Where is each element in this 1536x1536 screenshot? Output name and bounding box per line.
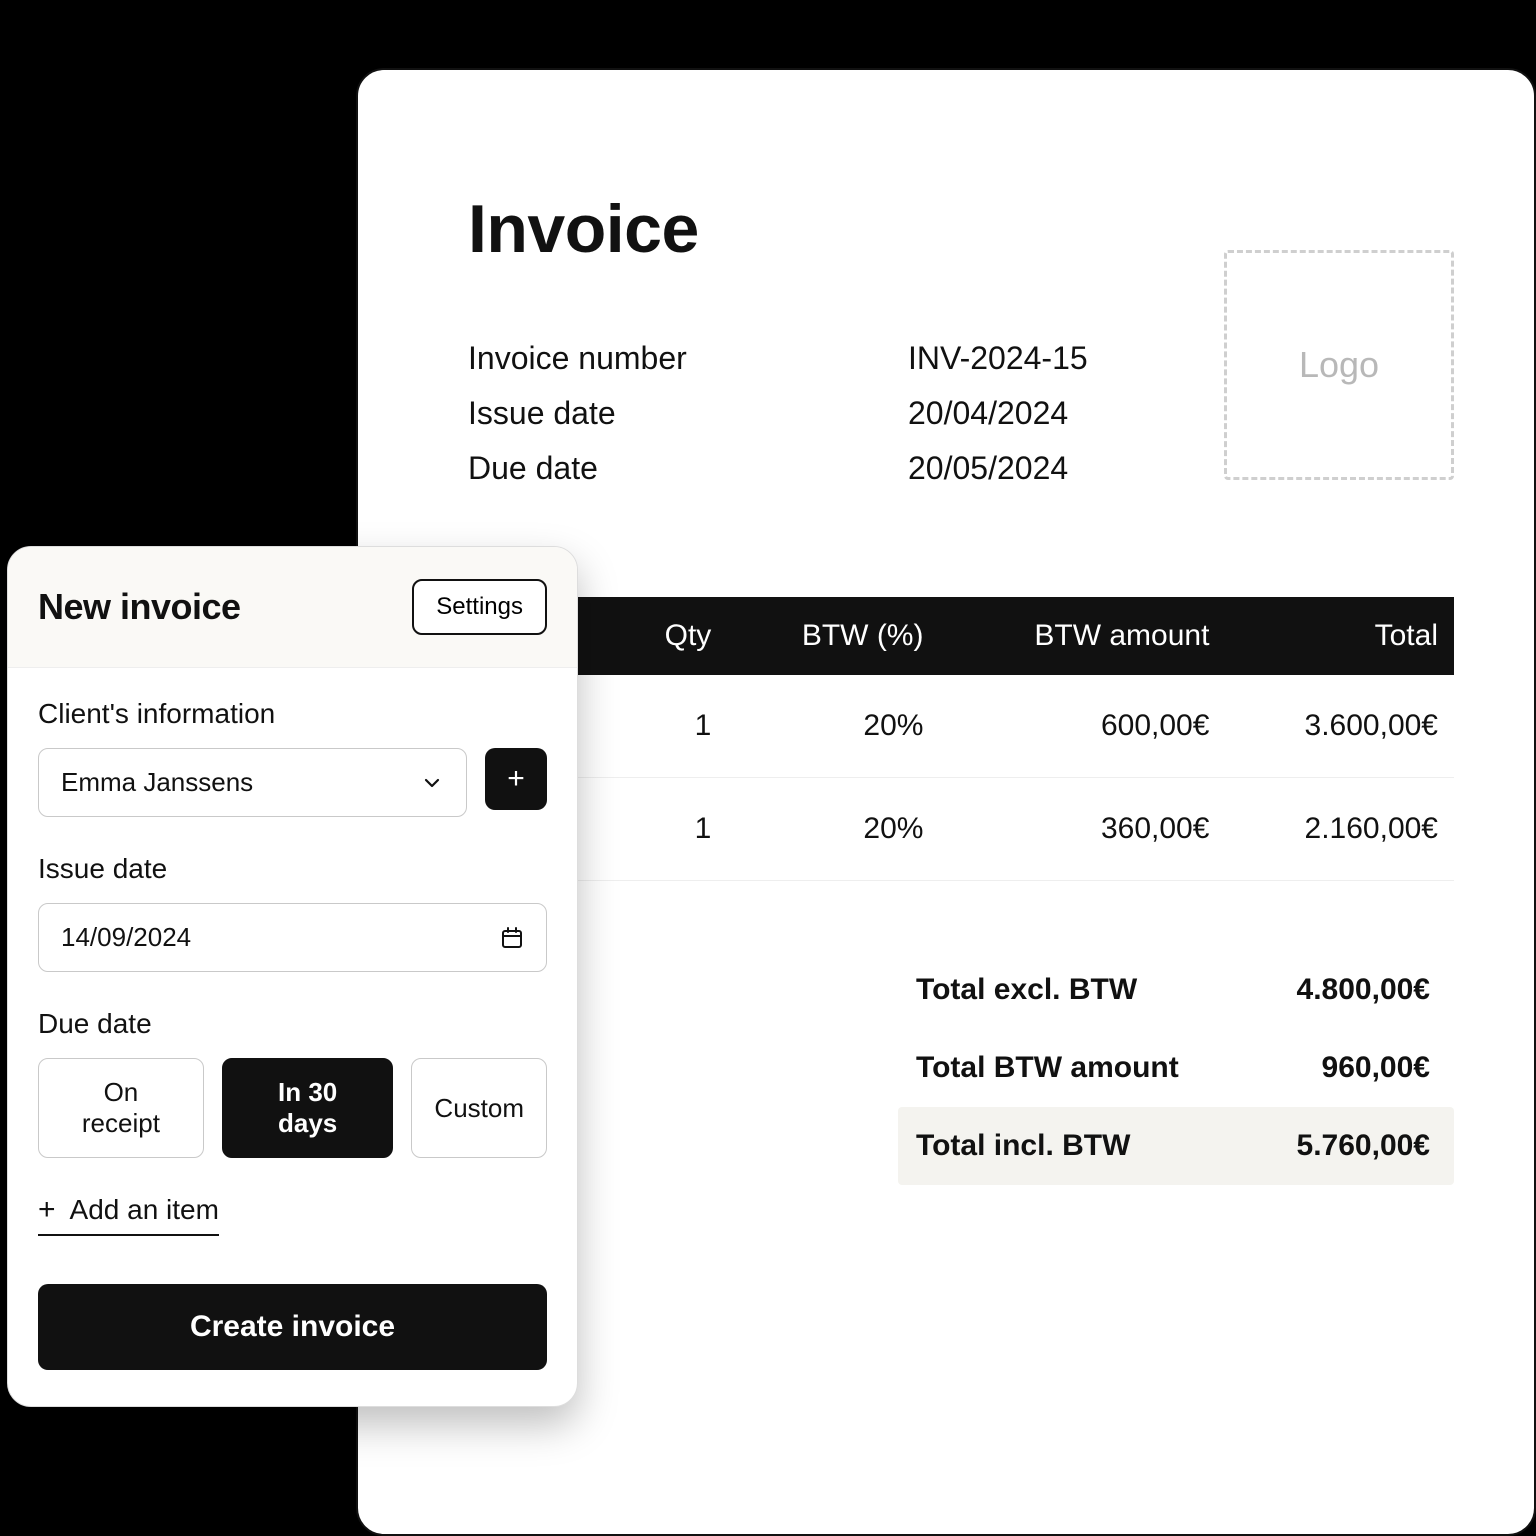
modal-title: New invoice bbox=[38, 586, 241, 628]
total-incl-label: Total incl. BTW bbox=[916, 1129, 1130, 1163]
col-btw-amount: BTW amount bbox=[939, 597, 1225, 675]
cell-total: 2.160,00€ bbox=[1225, 778, 1454, 881]
issue-date-field-group: Issue date 14/09/2024 bbox=[38, 853, 547, 972]
chevron-down-icon bbox=[420, 771, 444, 795]
total-btw-label: Total BTW amount bbox=[916, 1051, 1179, 1085]
total-excl-label: Total excl. BTW bbox=[916, 973, 1137, 1007]
table-row: 1 20% 360,00€ 2.160,00€ bbox=[468, 778, 1454, 881]
total-btw-value: 960,00€ bbox=[1322, 1051, 1430, 1085]
due-date-field-group: Due date On receipt In 30 days Custom bbox=[38, 1008, 547, 1158]
total-btw-row: Total BTW amount 960,00€ bbox=[898, 1029, 1454, 1107]
cell-btw-amount: 360,00€ bbox=[939, 778, 1225, 881]
col-qty: Qty bbox=[619, 597, 728, 675]
line-items-table: ption Qty BTW (%) BTW amount Total 1 20%… bbox=[468, 597, 1454, 881]
due-date-label: Due date bbox=[468, 450, 908, 487]
totals-block: Total excl. BTW 4.800,00€ Total BTW amou… bbox=[898, 951, 1454, 1185]
total-incl-row: Total incl. BTW 5.760,00€ bbox=[898, 1107, 1454, 1185]
total-excl-value: 4.800,00€ bbox=[1297, 973, 1430, 1007]
col-total: Total bbox=[1225, 597, 1454, 675]
table-header-row: ption Qty BTW (%) BTW amount Total bbox=[468, 597, 1454, 675]
modal-header: New invoice Settings bbox=[8, 547, 577, 668]
cell-total: 3.600,00€ bbox=[1225, 675, 1454, 778]
total-excl-row: Total excl. BTW 4.800,00€ bbox=[898, 951, 1454, 1029]
cell-qty: 1 bbox=[619, 675, 728, 778]
add-client-button[interactable]: + bbox=[485, 748, 547, 810]
settings-button[interactable]: Settings bbox=[412, 579, 547, 635]
client-selected-value: Emma Janssens bbox=[61, 767, 253, 798]
plus-icon: + bbox=[507, 764, 525, 794]
total-incl-value: 5.760,00€ bbox=[1297, 1129, 1430, 1163]
table-row: 1 20% 600,00€ 3.600,00€ bbox=[468, 675, 1454, 778]
issue-date-value: 14/09/2024 bbox=[61, 922, 191, 953]
calendar-icon bbox=[500, 926, 524, 950]
issue-date-input[interactable]: 14/09/2024 bbox=[38, 903, 547, 972]
create-invoice-button[interactable]: Create invoice bbox=[38, 1284, 547, 1370]
cell-btw-pct: 20% bbox=[727, 675, 939, 778]
client-select[interactable]: Emma Janssens bbox=[38, 748, 467, 817]
client-field-group: Client's information Emma Janssens + bbox=[38, 698, 547, 817]
due-option-30-days[interactable]: In 30 days bbox=[222, 1058, 394, 1158]
add-item-button[interactable]: + Add an item bbox=[38, 1194, 219, 1236]
logo-placeholder[interactable]: Logo bbox=[1224, 250, 1454, 480]
cell-btw-pct: 20% bbox=[727, 778, 939, 881]
new-invoice-modal: New invoice Settings Client's informatio… bbox=[7, 546, 578, 1407]
plus-icon: + bbox=[38, 1195, 56, 1225]
cell-btw-amount: 600,00€ bbox=[939, 675, 1225, 778]
due-option-on-receipt[interactable]: On receipt bbox=[38, 1058, 204, 1158]
invoice-number-label: Invoice number bbox=[468, 340, 908, 377]
col-btw-pct: BTW (%) bbox=[727, 597, 939, 675]
issue-date-label: Issue date bbox=[468, 395, 908, 432]
due-date-label: Due date bbox=[38, 1008, 547, 1040]
client-section-label: Client's information bbox=[38, 698, 547, 730]
cell-qty: 1 bbox=[619, 778, 728, 881]
logo-placeholder-label: Logo bbox=[1299, 344, 1379, 386]
due-option-custom[interactable]: Custom bbox=[411, 1058, 547, 1158]
add-item-label: Add an item bbox=[70, 1194, 219, 1226]
issue-date-label: Issue date bbox=[38, 853, 547, 885]
